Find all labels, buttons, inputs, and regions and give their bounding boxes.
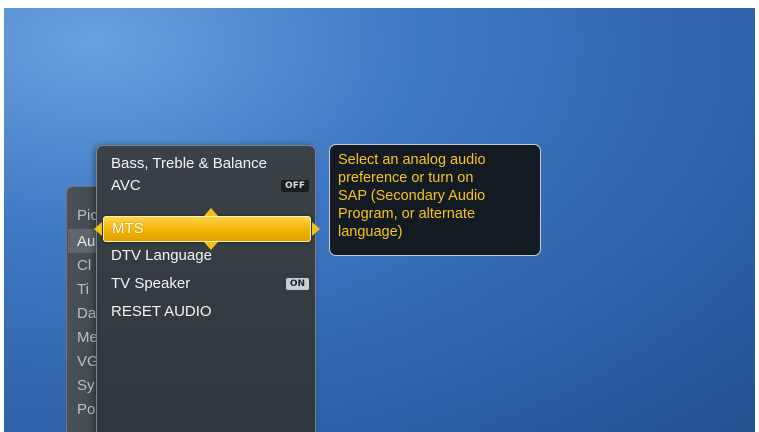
help-line: Program, or alternate: [338, 206, 476, 222]
help-line: preference or turn on: [338, 170, 474, 186]
parent-menu-item-8[interactable]: Sy: [77, 375, 95, 397]
menu-item-label: MTS: [112, 220, 144, 237]
parent-menu-item-5[interactable]: Da: [77, 303, 96, 325]
menu-item-reset-audio[interactable]: RESET AUDIO: [111, 301, 212, 323]
menu-item-label: RESET AUDIO: [111, 303, 212, 320]
tv-speaker-status-badge: ON: [285, 278, 309, 290]
parent-menu-item-4[interactable]: Ti: [77, 279, 89, 301]
menu-item-tv-speaker[interactable]: TV Speaker ON: [111, 273, 309, 295]
menu-item-label: DTV Language: [111, 247, 212, 264]
arrow-left-icon[interactable]: [94, 222, 102, 236]
parent-menu-item-3[interactable]: Cl: [77, 255, 91, 277]
help-tooltip: Select an analog audio preference or tur…: [329, 144, 541, 256]
menu-item-label: Bass, Treble & Balance: [111, 155, 267, 172]
menu-item-label: TV Speaker: [111, 275, 191, 292]
audio-menu-panel: Bass, Treble & Balance AVC OFF MTS DTV L…: [94, 145, 320, 432]
help-line: language): [338, 224, 403, 240]
menu-item-label: AVC: [111, 177, 141, 194]
parent-menu-item-6[interactable]: Me: [77, 327, 98, 349]
avc-status-badge: OFF: [281, 180, 309, 192]
menu-item-dtv-language[interactable]: DTV Language: [111, 245, 212, 267]
help-line: SAP (Secondary Audio: [338, 188, 486, 204]
help-line: Select an analog audio: [338, 152, 486, 168]
arrow-up-icon[interactable]: [204, 208, 218, 216]
menu-item-avc[interactable]: AVC OFF: [111, 175, 309, 197]
menu-item-mts[interactable]: MTS: [94, 208, 320, 250]
parent-menu-item-9[interactable]: Po: [77, 399, 95, 421]
menu-item-bass-treble-balance[interactable]: Bass, Treble & Balance: [111, 153, 267, 175]
parent-menu-item-audio[interactable]: Au: [77, 231, 95, 253]
tv-screen: Pic Au Cl Ti Da Me VG Sy Po Bass, Treble…: [4, 8, 755, 432]
arrow-right-icon[interactable]: [312, 222, 320, 236]
